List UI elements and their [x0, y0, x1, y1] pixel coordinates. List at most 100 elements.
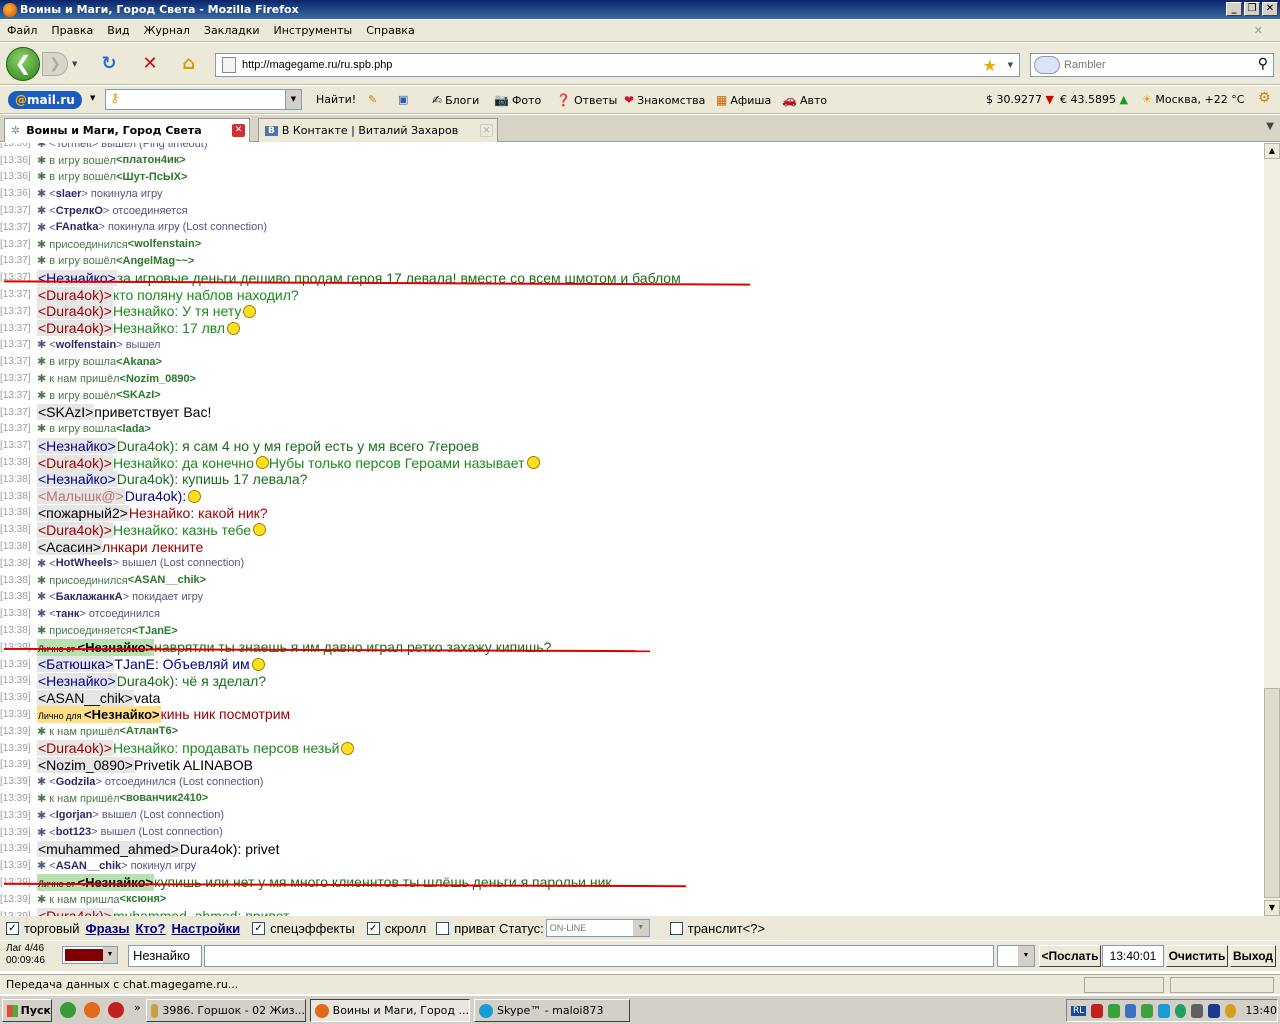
nick-link[interactable]: <Dura4ok)> — [37, 740, 113, 757]
nick-link[interactable]: <Dura4ok)> — [37, 908, 113, 916]
nick-link[interactable]: <Асасин> — [37, 538, 103, 555]
tab-close-icon[interactable]: ✕ — [232, 124, 245, 137]
find-button[interactable]: Найти! — [316, 93, 356, 106]
nick-link[interactable]: <Dura4ok)> — [37, 454, 113, 471]
menu-tools[interactable]: Инструменты — [267, 24, 360, 37]
status-dropdown-icon[interactable]: ▼ — [632, 920, 649, 936]
antivirus-icon[interactable] — [1091, 1003, 1103, 1018]
eur-rate[interactable]: € 43.5895 ▲ — [1060, 93, 1128, 106]
menu-bookmarks[interactable]: Закладки — [197, 24, 267, 37]
auto-link[interactable]: 🚗 Авто — [782, 93, 827, 107]
menu-file[interactable]: Файл — [0, 24, 44, 37]
nick-link[interactable]: slaer — [56, 188, 82, 200]
nick-link[interactable]: БаклажанкА — [56, 591, 123, 603]
forward-button[interactable]: ❯ — [42, 52, 68, 76]
nick-link[interactable]: <muhammed_ahmed> — [37, 840, 180, 857]
nick-link[interactable]: <TJanE> — [132, 625, 178, 637]
close-button[interactable]: ✕ — [1262, 2, 1278, 16]
tab-close-icon[interactable]: ✕ — [480, 124, 493, 137]
dating-link[interactable]: ❤ Знакомства — [624, 93, 705, 107]
send-button[interactable]: <Послать — [1039, 945, 1101, 967]
status-select[interactable]: ON-LINE ▼ — [545, 919, 650, 937]
nick-link[interactable]: <Незнайко> — [37, 471, 117, 488]
taskbar-firefox[interactable]: Воины и Маги, Город ... — [310, 999, 470, 1022]
nick-link[interactable]: <Незнайко> — [37, 437, 117, 454]
nick-link[interactable]: <AngelMag~~> — [116, 255, 194, 267]
color-dropdown-icon[interactable]: ▼ — [103, 947, 117, 963]
quicklaunch-icon[interactable] — [60, 1002, 76, 1018]
firefox-quicklaunch-icon[interactable] — [84, 1002, 100, 1018]
back-button[interactable]: ❮ — [6, 47, 40, 81]
nick-link[interactable]: <платон4ик> — [116, 154, 186, 166]
opera-quicklaunch-icon[interactable] — [108, 1002, 124, 1018]
menu-edit[interactable]: Правка — [44, 24, 100, 37]
nick-link[interactable]: <Шут-ПсЫХ> — [116, 171, 187, 183]
nick-link[interactable]: <ксюня> — [120, 893, 167, 905]
nick-link[interactable]: <Dura4ok)> — [37, 286, 113, 303]
nick-link[interactable]: bot123 — [56, 826, 91, 838]
smiles-select[interactable]: ▼ — [997, 945, 1035, 967]
afisha-link[interactable]: ▦ Афиша — [716, 93, 771, 107]
menu-view[interactable]: Вид — [100, 24, 136, 37]
tray-icon[interactable] — [1107, 1003, 1120, 1018]
network-icon[interactable] — [1124, 1003, 1137, 1018]
nick-link[interactable]: <пожарный2> — [37, 504, 129, 521]
logo-dropdown-icon[interactable]: ▼ — [90, 94, 95, 102]
nick-link[interactable]: ASAN__chik — [56, 860, 121, 872]
more-quicklaunch-icon[interactable]: » — [134, 1001, 141, 1014]
screen-icon[interactable]: ▣ — [398, 93, 408, 106]
nick-link[interactable]: <Малышк@> — [37, 488, 125, 505]
nick-link[interactable]: <ASAN__chik> — [128, 574, 206, 586]
nick-link[interactable]: HotWheels — [56, 557, 113, 569]
tab-voiny-i-magi[interactable]: ✲ Воины и Маги, Город Света ✕ — [4, 118, 250, 142]
color-picker[interactable]: ▼ — [62, 946, 118, 964]
skype-tray-icon[interactable] — [1157, 1003, 1170, 1018]
nick-link[interactable]: <вованчик2410> — [120, 792, 209, 804]
nick-link[interactable]: <Nozim_0890> — [37, 756, 134, 773]
private-checkbox[interactable] — [436, 921, 450, 935]
tray-icon[interactable] — [1207, 1003, 1220, 1018]
highlight-icon[interactable]: ✎ — [368, 93, 377, 106]
search-engine-icon[interactable] — [1034, 56, 1060, 74]
trade-checkbox[interactable]: ✓ — [6, 921, 19, 935]
exit-button[interactable]: Выход — [1230, 945, 1276, 967]
window-titlebar[interactable]: Воины и Маги, Город Света - Mozilla Fire… — [0, 0, 1280, 19]
settings-link[interactable]: Настройки — [171, 921, 240, 936]
blogs-link[interactable]: ✍ Блоги — [432, 93, 479, 107]
phrases-link[interactable]: Фразы — [85, 921, 129, 936]
nick-link[interactable]: <АтланТ6> — [120, 725, 178, 737]
translit-help-link[interactable]: <?> — [743, 921, 765, 936]
nick-link[interactable]: <lada> — [116, 423, 151, 435]
home-button[interactable]: ⌂ — [176, 53, 202, 77]
tab-vkontakte[interactable]: B В Контакте | Виталий Захаров ✕ — [258, 118, 498, 142]
search-input[interactable] — [1064, 59, 1254, 71]
translit-checkbox[interactable] — [669, 921, 683, 935]
nick-link[interactable]: СтрелкО — [56, 205, 103, 217]
tab-list-icon[interactable]: ▼ — [1266, 121, 1274, 132]
weather[interactable]: ☀ Москва, +22 °С — [1142, 93, 1244, 106]
search-icon[interactable]: ⚲ — [1258, 56, 1268, 72]
nick-link[interactable]: <Dura4ok)> — [37, 303, 113, 320]
scroll-checkbox[interactable]: ✓ — [366, 921, 380, 935]
nick-link[interactable]: <Незнайко> — [37, 672, 117, 689]
nick-link[interactable]: <Dura4ok)> — [37, 521, 113, 538]
search-bar[interactable]: ⚲ — [1030, 53, 1274, 77]
tray-icon[interactable] — [1191, 1003, 1203, 1018]
nick-link[interactable]: Igorjan — [56, 809, 93, 821]
language-indicator[interactable]: RL — [1071, 1005, 1087, 1016]
menubar-close-icon[interactable]: ✕ — [1247, 24, 1270, 37]
who-link[interactable]: Кто? — [135, 921, 165, 936]
menu-history[interactable]: Журнал — [137, 24, 197, 37]
reload-button[interactable]: ↻ — [96, 53, 122, 77]
stop-button[interactable]: ✕ — [137, 53, 163, 77]
url-input[interactable] — [242, 59, 962, 71]
url-dropdown-icon[interactable]: ▼ — [1008, 61, 1013, 69]
taskbar-winamp[interactable]: 3986. Горшок - 02 Жиз... — [146, 999, 306, 1022]
minimize-button[interactable]: _ — [1226, 2, 1242, 16]
nick-link[interactable]: wolfenstain — [56, 339, 117, 351]
nick-link[interactable]: <ASAN__chik> — [37, 689, 134, 706]
photo-link[interactable]: 📷 Фото — [494, 93, 541, 107]
mailru-search-field[interactable]: ⚷ ▼ — [105, 89, 302, 110]
answers-link[interactable]: ❓ Ответы — [556, 93, 617, 107]
clear-button[interactable]: Очистить — [1166, 945, 1228, 967]
